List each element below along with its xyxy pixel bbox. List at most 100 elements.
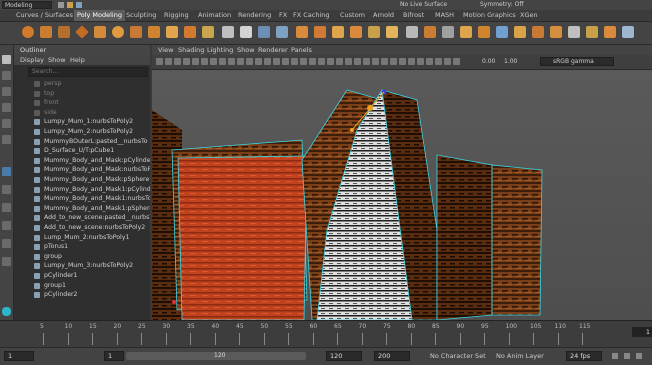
outliner-item[interactable]: side xyxy=(14,108,150,118)
fill-hole-icon[interactable] xyxy=(386,26,398,38)
collapse-icon[interactable] xyxy=(460,26,472,38)
outliner-item[interactable]: group1 xyxy=(14,281,150,291)
extrude-icon[interactable] xyxy=(314,26,326,38)
unfold-icon[interactable] xyxy=(586,26,598,38)
time-slider[interactable]: 5 10 15 20 25 30 35 40 45 50 55 60 65 70 75 80 85 90 95 100… xyxy=(0,320,652,347)
outliner-item[interactable]: pCylinder1 xyxy=(14,271,150,281)
viewport-toggle-icon[interactable] xyxy=(363,58,370,65)
anim-layer-label[interactable]: No Anim Layer xyxy=(496,351,544,361)
audio-icon[interactable] xyxy=(624,353,630,359)
viewport-toggle-icon[interactable] xyxy=(156,58,163,65)
viewport-toggle-icon[interactable] xyxy=(228,58,235,65)
gamma-value[interactable]: 1.00 xyxy=(504,57,517,67)
viewport-toggle-icon[interactable] xyxy=(291,58,298,65)
outliner-item[interactable]: Lumpy_Mum_3:nurbsToPoly2 xyxy=(14,261,150,271)
poly-type-icon[interactable] xyxy=(184,26,196,38)
outliner-item[interactable]: Lump_Mum_2:nurbsToPoly1 xyxy=(14,233,150,243)
viewport-toggle-icon[interactable] xyxy=(408,58,415,65)
select-tool-icon[interactable] xyxy=(2,55,11,64)
outliner-menu-display[interactable]: Display xyxy=(20,55,44,65)
tab-poly-modeling[interactable]: Poly Modeling xyxy=(74,10,125,21)
poly-sphere-icon[interactable] xyxy=(22,26,34,38)
viewport-toggle-icon[interactable] xyxy=(336,58,343,65)
automatic-uv-icon[interactable] xyxy=(568,26,580,38)
viewport-3d[interactable] xyxy=(152,70,652,320)
tab-motion-graphics[interactable]: Motion Graphics xyxy=(463,10,516,21)
animation-end-field[interactable]: 200 xyxy=(374,351,410,361)
animation-start-field[interactable]: 1 xyxy=(4,351,34,361)
merge-icon[interactable] xyxy=(478,26,490,38)
layout-icon[interactable] xyxy=(604,26,616,38)
tab-sculpting[interactable]: Sculpting xyxy=(126,10,156,21)
mirror-icon[interactable] xyxy=(296,26,308,38)
new-scene-icon[interactable] xyxy=(58,2,64,8)
poly-disc-icon[interactable] xyxy=(130,26,142,38)
viewport-toggle-icon[interactable] xyxy=(390,58,397,65)
fps-dropdown[interactable]: 24 fps xyxy=(566,351,602,361)
bridge-icon[interactable] xyxy=(332,26,344,38)
viewport-toggle-icon[interactable] xyxy=(165,58,172,65)
outliner-item[interactable]: Mummy_Body_and_Mask1:pCylinde xyxy=(14,185,150,195)
viewport-toggle-icon[interactable] xyxy=(210,58,217,65)
viewport-toggle-icon[interactable] xyxy=(255,58,262,65)
viewport-menu-view[interactable]: View xyxy=(158,45,173,55)
exposure-value[interactable]: 0.00 xyxy=(482,57,495,67)
preferences-icon[interactable] xyxy=(636,353,642,359)
viewport-toggle-icon[interactable] xyxy=(318,58,325,65)
outliner-item[interactable]: top xyxy=(14,89,150,99)
outliner-item[interactable]: Mummy_Body_and_Mask:pCylinder2 xyxy=(14,156,150,166)
tab-mash[interactable]: MASH xyxy=(435,10,454,21)
bevel-icon[interactable] xyxy=(350,26,362,38)
viewport-toggle-icon[interactable] xyxy=(372,58,379,65)
uv-editor-icon[interactable] xyxy=(496,26,508,38)
combine-icon[interactable] xyxy=(222,26,234,38)
connect-icon[interactable] xyxy=(442,26,454,38)
poly-torus-icon[interactable] xyxy=(112,26,124,38)
current-frame-field[interactable]: 1 xyxy=(632,327,652,337)
viewport-toggle-icon[interactable] xyxy=(219,58,226,65)
viewport-toggle-icon[interactable] xyxy=(426,58,433,65)
tab-fx[interactable]: FX xyxy=(279,10,287,21)
outliner-item[interactable]: MummyBOuterL:pasted__nurbsTo xyxy=(14,137,150,147)
viewport-toggle-icon[interactable] xyxy=(273,58,280,65)
poly-cylinder-icon[interactable] xyxy=(58,26,70,38)
live-surface-label[interactable]: No Live Surface xyxy=(400,0,447,10)
outliner-item[interactable]: D_Surface_U/T:pCube1 xyxy=(14,146,150,156)
scale-tool-icon[interactable] xyxy=(2,135,11,144)
append-polygon-icon[interactable] xyxy=(368,26,380,38)
viewport-toggle-icon[interactable] xyxy=(309,58,316,65)
outliner-item[interactable]: Mummy_Body_and_Mask1:pSphere1 xyxy=(14,204,150,214)
viewport-toggle-icon[interactable] xyxy=(345,58,352,65)
tab-rendering[interactable]: Rendering xyxy=(238,10,271,21)
outliner-item[interactable]: Add_to_new_scene:nurbsToPoly2 xyxy=(14,223,150,233)
tab-rigging[interactable]: Rigging xyxy=(164,10,189,21)
viewport-toggle-icon[interactable] xyxy=(174,58,181,65)
viewport-menu-show[interactable]: Show xyxy=(237,45,255,55)
poly-plane-icon[interactable] xyxy=(94,26,106,38)
tab-fx-caching[interactable]: FX Caching xyxy=(293,10,330,21)
key-icon[interactable] xyxy=(612,353,618,359)
planar-uv-icon[interactable] xyxy=(514,26,526,38)
outliner-layout-icon[interactable] xyxy=(2,203,11,212)
viewport-menu-renderer[interactable]: Renderer xyxy=(258,45,288,55)
outliner-item[interactable]: Mummy_Body_and_Mask:nurbsToPo xyxy=(14,165,150,175)
layout-option-icon[interactable] xyxy=(2,257,11,266)
tab-bifrost[interactable]: Bifrost xyxy=(403,10,424,21)
viewport-toggle-icon[interactable] xyxy=(399,58,406,65)
viewport-toggle-icon[interactable] xyxy=(381,58,388,65)
outliner-item[interactable]: Lumpy_Mum_1:nurbsToPoly2 xyxy=(14,117,150,127)
viewport-toggle-icon[interactable] xyxy=(300,58,307,65)
outliner-search-input[interactable]: Search... xyxy=(28,67,148,77)
outliner-menu-help[interactable]: Help xyxy=(70,55,85,65)
character-set-label[interactable]: No Character Set xyxy=(430,351,486,361)
outliner-item[interactable]: pTorus1 xyxy=(14,242,150,252)
separate-icon[interactable] xyxy=(240,26,252,38)
lasso-tool-icon[interactable] xyxy=(2,71,11,80)
mode-dropdown[interactable]: Modeling xyxy=(2,1,52,9)
symmetry-label[interactable]: Symmetry: Off xyxy=(480,0,523,10)
hypershade-layout-icon[interactable] xyxy=(2,239,11,248)
tab-arnold[interactable]: Arnold xyxy=(373,10,394,21)
viewport-menu-lighting[interactable]: Lighting xyxy=(207,45,233,55)
tab-animation[interactable]: Animation xyxy=(198,10,231,21)
viewport-toggle-icon[interactable] xyxy=(183,58,190,65)
